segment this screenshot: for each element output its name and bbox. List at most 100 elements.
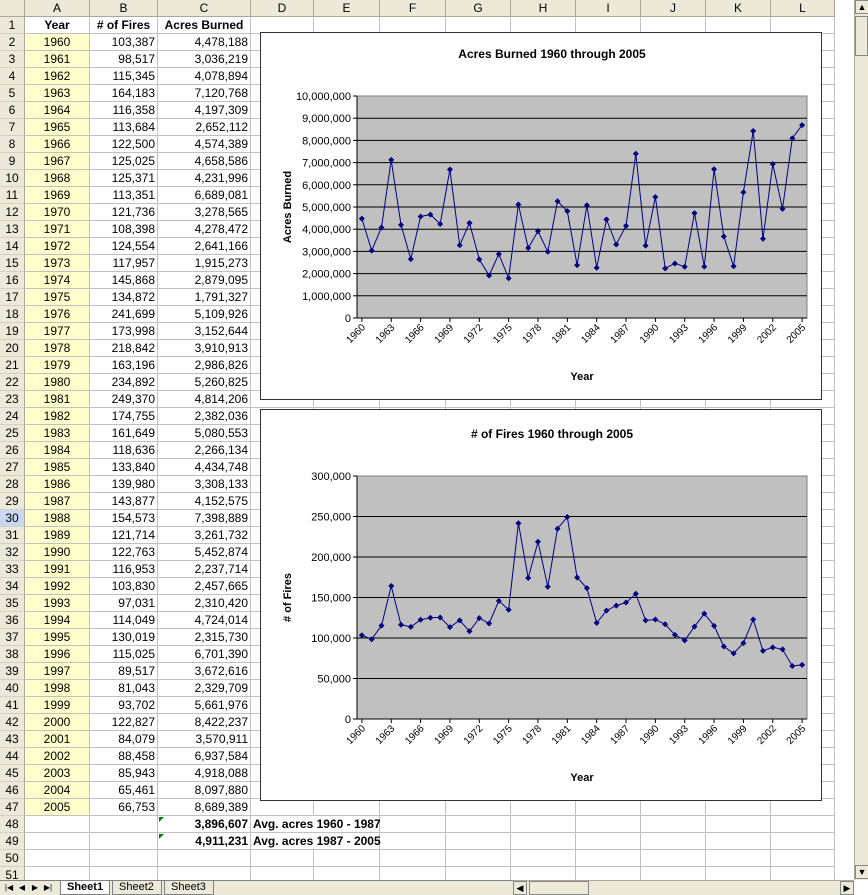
grid-cell[interactable] xyxy=(158,850,251,867)
year-cell[interactable]: 2003 xyxy=(25,765,90,782)
acres-cell[interactable]: 2,879,095 xyxy=(158,272,251,289)
grid-cell[interactable] xyxy=(771,833,835,850)
year-cell[interactable]: 1984 xyxy=(25,442,90,459)
last-sheet-icon[interactable]: ▶| xyxy=(42,882,54,894)
row-header[interactable]: 46 xyxy=(0,782,25,799)
acres-cell[interactable]: 6,937,584 xyxy=(158,748,251,765)
year-cell[interactable]: 1981 xyxy=(25,391,90,408)
first-sheet-icon[interactable]: |◀ xyxy=(3,882,15,894)
spreadsheet-grid[interactable]: A B C D E F G H I J K L 1 2 3 4 5 6 7 8 9 10 11 12 13 14 15 16 17 18 1… xyxy=(0,0,854,880)
row-header[interactable]: 21 xyxy=(0,357,25,374)
year-cell[interactable]: 1963 xyxy=(25,85,90,102)
year-cell[interactable]: 1965 xyxy=(25,119,90,136)
acres-cell[interactable]: 8,097,880 xyxy=(158,782,251,799)
year-cell[interactable]: 1979 xyxy=(25,357,90,374)
fires-cell[interactable]: 113,351 xyxy=(90,187,158,204)
grid-cell[interactable] xyxy=(511,850,576,867)
row-header[interactable]: 29 xyxy=(0,493,25,510)
acres-cell[interactable]: 2,986,826 xyxy=(158,357,251,374)
column-header[interactable]: A xyxy=(25,0,90,17)
row-header[interactable]: 42 xyxy=(0,714,25,731)
chart-number-of-fires[interactable]: # of Fires 1960 through 2005 0 50,000 100,0… xyxy=(260,409,822,801)
fires-cell[interactable]: 125,371 xyxy=(90,170,158,187)
year-cell[interactable]: 2004 xyxy=(25,782,90,799)
grid-cell[interactable] xyxy=(314,867,380,880)
row-header[interactable]: 3 xyxy=(0,51,25,68)
row-header[interactable]: 37 xyxy=(0,629,25,646)
acres-cell[interactable]: 2,382,036 xyxy=(158,408,251,425)
year-cell[interactable]: 1973 xyxy=(25,255,90,272)
column-header[interactable]: L xyxy=(771,0,835,17)
row-header[interactable]: 2 xyxy=(0,34,25,51)
acres-cell[interactable]: 3,278,565 xyxy=(158,204,251,221)
acres-cell[interactable]: 4,078,894 xyxy=(158,68,251,85)
row-header[interactable]: 5 xyxy=(0,85,25,102)
sheet-tab-sheet3[interactable]: Sheet3 xyxy=(164,881,214,895)
fires-cell[interactable]: 84,079 xyxy=(90,731,158,748)
year-cell[interactable]: 1987 xyxy=(25,493,90,510)
year-cell[interactable]: 1988 xyxy=(25,510,90,527)
year-cell[interactable]: 1997 xyxy=(25,663,90,680)
scroll-down-button[interactable]: ▼ xyxy=(855,865,868,879)
chart-acres-burned[interactable]: Acres Burned 1960 through 2005 0 1,000,000… xyxy=(260,32,822,400)
acres-cell[interactable]: 2,329,709 xyxy=(158,680,251,697)
fires-cell[interactable]: 113,684 xyxy=(90,119,158,136)
grid-cell[interactable] xyxy=(158,867,251,880)
row-header[interactable]: 33 xyxy=(0,561,25,578)
grid-cell[interactable] xyxy=(641,867,706,880)
acres-cell[interactable]: 3,308,133 xyxy=(158,476,251,493)
year-cell[interactable]: 1967 xyxy=(25,153,90,170)
grid-cell[interactable] xyxy=(90,850,158,867)
fires-cell[interactable]: 93,702 xyxy=(90,697,158,714)
fires-cell[interactable]: 98,517 xyxy=(90,51,158,68)
row-header[interactable]: 50 xyxy=(0,850,25,867)
fires-cell[interactable]: 66,753 xyxy=(90,799,158,816)
grid-cell[interactable] xyxy=(706,850,771,867)
vertical-scrollbar[interactable]: ▲ ▼ xyxy=(854,0,868,880)
grid-cell[interactable] xyxy=(25,850,90,867)
grid-cell[interactable] xyxy=(576,850,641,867)
grid-cell[interactable] xyxy=(314,850,380,867)
fires-cell[interactable]: 116,953 xyxy=(90,561,158,578)
row-header[interactable]: 31 xyxy=(0,527,25,544)
fires-cell[interactable]: 218,842 xyxy=(90,340,158,357)
fires-cell[interactable]: 81,043 xyxy=(90,680,158,697)
acres-cell[interactable]: 4,814,206 xyxy=(158,391,251,408)
avg-value-cell[interactable]: 3,896,607 xyxy=(158,816,251,833)
row-header[interactable]: 13 xyxy=(0,221,25,238)
fires-cell[interactable]: 143,877 xyxy=(90,493,158,510)
acres-cell[interactable]: 6,689,081 xyxy=(158,187,251,204)
acres-cell[interactable]: 8,422,237 xyxy=(158,714,251,731)
next-sheet-icon[interactable]: ▶ xyxy=(29,882,41,894)
fires-cell[interactable]: 161,649 xyxy=(90,425,158,442)
header-cell-year[interactable]: Year xyxy=(25,17,90,34)
acres-cell[interactable]: 1,791,327 xyxy=(158,289,251,306)
row-header[interactable]: 51 xyxy=(0,867,25,880)
row-header[interactable]: 38 xyxy=(0,646,25,663)
year-cell[interactable]: 1983 xyxy=(25,425,90,442)
fires-cell[interactable]: 122,500 xyxy=(90,136,158,153)
fires-cell[interactable]: 145,868 xyxy=(90,272,158,289)
fires-cell[interactable]: 65,461 xyxy=(90,782,158,799)
acres-cell[interactable]: 5,661,976 xyxy=(158,697,251,714)
row-header[interactable]: 25 xyxy=(0,425,25,442)
fires-cell[interactable]: 122,827 xyxy=(90,714,158,731)
row-header[interactable]: 48 xyxy=(0,816,25,833)
year-cell[interactable]: 1996 xyxy=(25,646,90,663)
acres-cell[interactable]: 2,266,134 xyxy=(158,442,251,459)
year-cell[interactable]: 1974 xyxy=(25,272,90,289)
acres-cell[interactable]: 2,310,420 xyxy=(158,595,251,612)
fires-cell[interactable]: 133,840 xyxy=(90,459,158,476)
row-header[interactable]: 30 xyxy=(0,510,25,527)
fires-cell[interactable]: 115,025 xyxy=(90,646,158,663)
grid-cell[interactable] xyxy=(771,850,835,867)
row-header[interactable]: 17 xyxy=(0,289,25,306)
header-cell-acres[interactable]: Acres Burned xyxy=(158,17,251,34)
fires-cell[interactable]: 139,980 xyxy=(90,476,158,493)
year-cell[interactable]: 1977 xyxy=(25,323,90,340)
acres-cell[interactable]: 4,724,014 xyxy=(158,612,251,629)
year-cell[interactable]: 1966 xyxy=(25,136,90,153)
fires-cell[interactable]: 234,892 xyxy=(90,374,158,391)
row-header[interactable]: 26 xyxy=(0,442,25,459)
row-header[interactable]: 23 xyxy=(0,391,25,408)
